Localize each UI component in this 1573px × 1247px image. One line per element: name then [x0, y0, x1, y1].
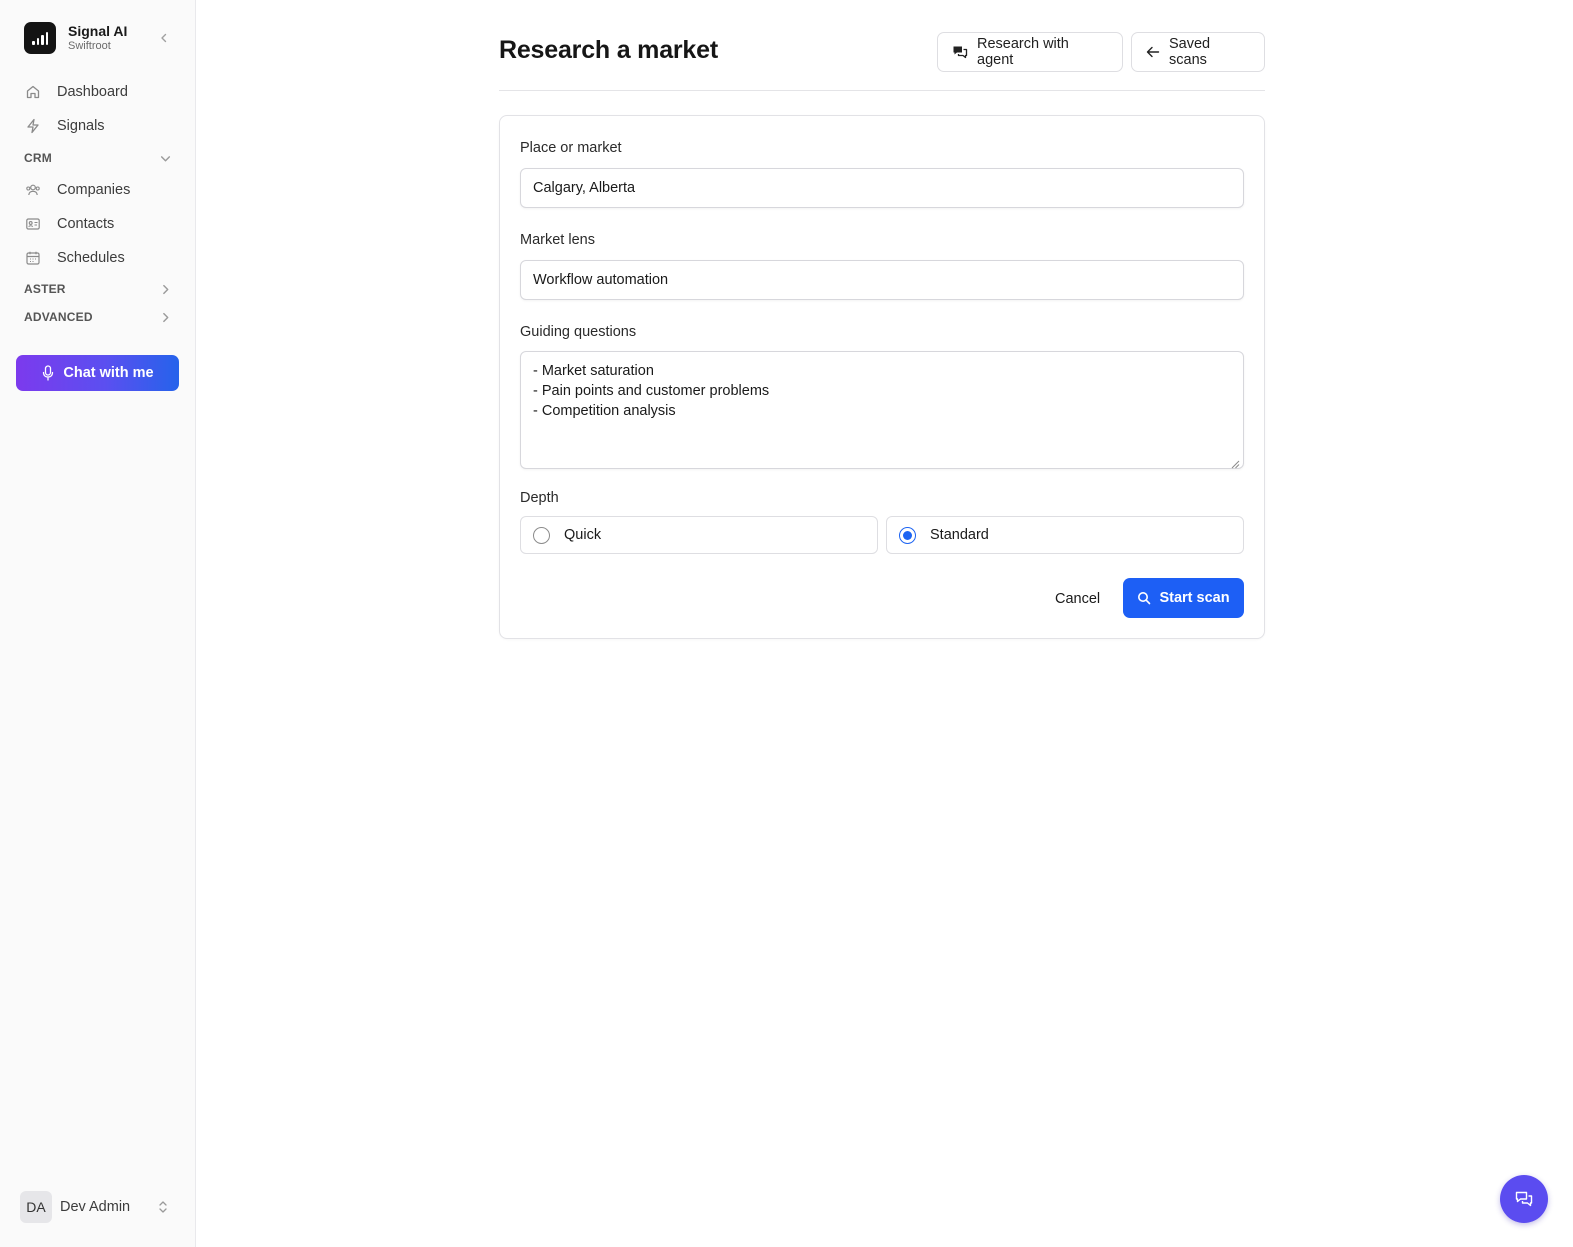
section-advanced-label: ADVANCED [24, 310, 93, 324]
chat-bubbles-icon [1514, 1189, 1534, 1209]
sidebar-item-label: Signals [57, 118, 105, 134]
section-crm-label: CRM [24, 151, 52, 165]
market-lens-label: Market lens [520, 232, 595, 248]
arrow-left-icon [1146, 45, 1160, 59]
section-aster-label: ASTER [24, 282, 66, 296]
sidebar-item-label: Companies [57, 182, 131, 198]
sidebar-item-label: Schedules [57, 250, 125, 266]
sidebar-item-label: Contacts [57, 216, 115, 232]
brand[interactable]: Signal AI Swiftroot [24, 22, 127, 54]
users-icon [24, 181, 42, 199]
sidebar-item-contacts[interactable]: Contacts [24, 212, 114, 236]
saved-scans-button[interactable]: Saved scans [1131, 32, 1265, 72]
research-with-agent-label: Research with agent [977, 36, 1069, 68]
depth-option-standard[interactable]: Standard [886, 516, 1244, 554]
market-lens-input[interactable]: Workflow automation [520, 260, 1244, 300]
radio-unchecked-icon [533, 526, 550, 544]
start-scan-label: Start scan [1159, 590, 1230, 606]
depth-option-quick[interactable]: Quick [520, 516, 878, 554]
home-icon [24, 83, 42, 101]
section-aster[interactable]: ASTER [24, 280, 172, 298]
chat-with-me-label: Chat with me [63, 365, 154, 381]
section-crm[interactable]: CRM [24, 149, 172, 167]
chevron-down-icon [158, 151, 172, 165]
chat-bubbles-icon [952, 44, 968, 60]
place-input[interactable]: Calgary, Alberta [520, 168, 1244, 208]
chevron-right-icon [158, 282, 172, 296]
start-scan-button[interactable]: Start scan [1123, 578, 1244, 618]
guiding-questions-textarea[interactable]: - Market saturation - Pain points and cu… [520, 351, 1244, 469]
bolt-icon [24, 117, 42, 135]
id-card-icon [24, 215, 42, 233]
chevrons-up-down-icon [158, 1200, 168, 1214]
header-divider [499, 90, 1265, 91]
question-line: - Market saturation [533, 363, 654, 379]
chevron-right-icon [158, 310, 172, 324]
brand-org: Swiftroot [68, 40, 111, 52]
user-menu[interactable]: DA Dev Admin [20, 1191, 176, 1223]
page-title: Research a market [499, 36, 718, 64]
microphone-icon [41, 365, 55, 381]
place-input-value: Calgary, Alberta [533, 180, 636, 196]
saved-scans-label: Saved scans [1169, 36, 1211, 68]
user-name: Dev Admin [60, 1199, 131, 1215]
chat-with-me-button[interactable]: Chat with me [16, 355, 179, 391]
section-advanced[interactable]: ADVANCED [24, 308, 172, 326]
signal-bars-logo-icon [24, 22, 56, 54]
depth-label: Depth [520, 490, 559, 506]
question-line: - Pain points and customer problems [533, 383, 770, 399]
sidebar: Signal AI Swiftroot Dashboard Signals CR… [0, 0, 196, 1247]
sidebar-item-dashboard[interactable]: Dashboard [24, 80, 128, 104]
brand-name: Signal AI [68, 23, 128, 39]
collapse-sidebar-chevron-left-icon[interactable] [156, 30, 172, 46]
radio-checked-icon [899, 526, 916, 544]
calendar-icon [24, 249, 42, 267]
place-label: Place or market [520, 140, 622, 156]
depth-option-label: Quick [564, 527, 602, 543]
sidebar-item-label: Dashboard [57, 84, 128, 100]
search-icon [1137, 591, 1151, 605]
research-with-agent-button[interactable]: Research with agent [937, 32, 1123, 72]
avatar: DA [20, 1191, 52, 1223]
depth-option-label: Standard [930, 527, 989, 543]
market-lens-input-value: Workflow automation [533, 272, 669, 288]
research-form-card: Place or market Calgary, Alberta Market … [499, 115, 1265, 639]
guiding-questions-label: Guiding questions [520, 324, 637, 340]
resize-handle-icon[interactable] [1230, 455, 1240, 469]
sidebar-item-schedules[interactable]: Schedules [24, 246, 125, 270]
sidebar-item-signals[interactable]: Signals [24, 114, 105, 138]
question-line: - Competition analysis [533, 403, 676, 419]
sidebar-item-companies[interactable]: Companies [24, 178, 130, 202]
chat-fab-button[interactable] [1500, 1175, 1548, 1223]
cancel-button[interactable]: Cancel [1043, 579, 1112, 619]
